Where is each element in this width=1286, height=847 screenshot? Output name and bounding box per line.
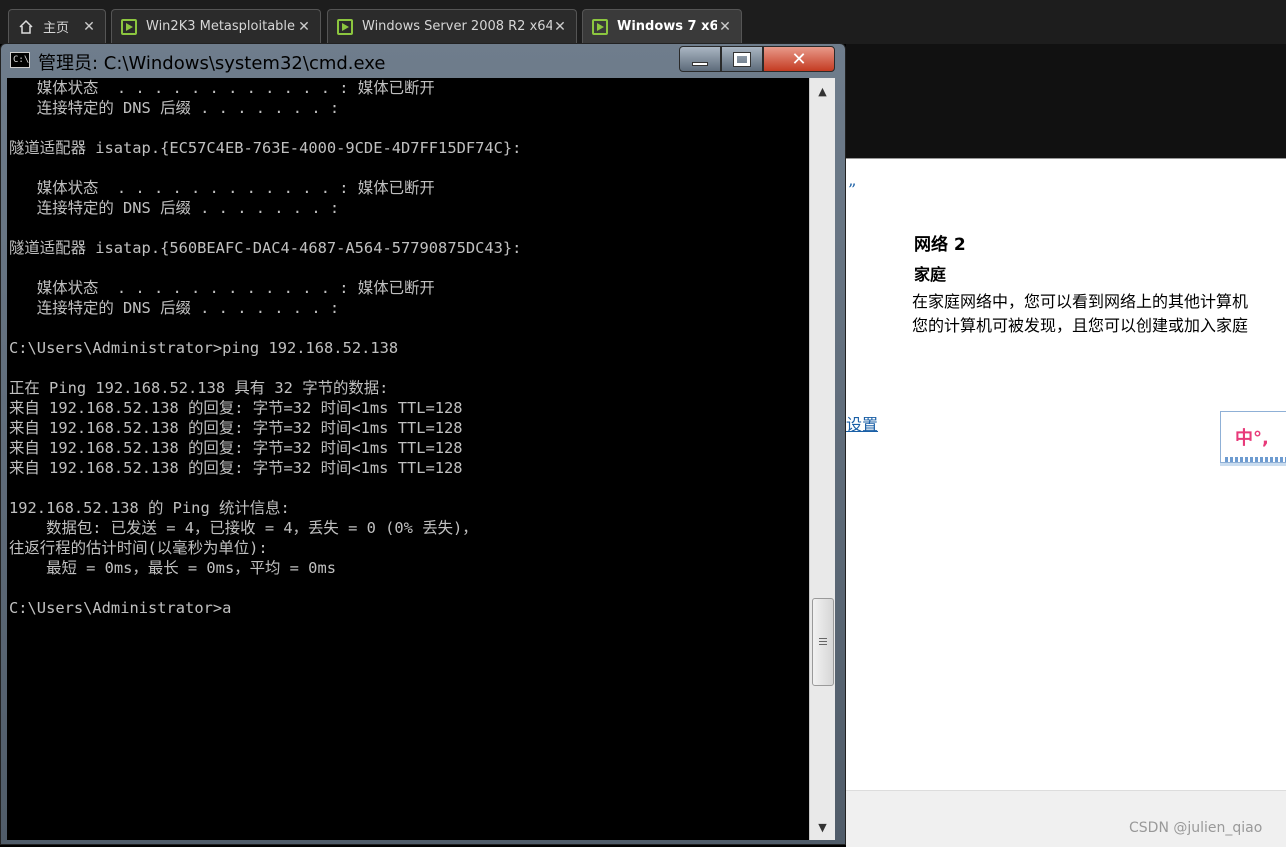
console-line: 往返行程的估计时间(以毫秒为单位):	[9, 539, 268, 557]
title-bar[interactable]: C:\ 管理员: C:\Windows\system32\cmd.exe ✕	[1, 44, 845, 77]
network-center-panel	[846, 158, 1286, 790]
console-line: 来自 192.168.52.138 的回复: 字节=32 时间<1ms TTL=…	[9, 419, 463, 437]
tab-home[interactable]: 主页 ✕	[8, 9, 106, 43]
arrow-down-icon: ▼	[818, 820, 827, 834]
maximize-button[interactable]	[721, 46, 763, 72]
console-line: C:\Users\Administrator>ping 192.168.52.1…	[9, 339, 399, 357]
tab-label: 主页	[43, 21, 70, 36]
description-line: 在家庭网络中，您可以看到网络上的其他计算机	[912, 292, 1249, 311]
tab-label: Windows 7 x64	[617, 19, 717, 34]
tab-windows-7[interactable]: Windows 7 x64 ✕	[582, 9, 742, 43]
close-tab-icon[interactable]: ✕	[81, 19, 97, 35]
desktop-background	[846, 44, 1286, 158]
tab-label: Win2K3 Metasploitable	[146, 19, 296, 34]
home-icon	[17, 18, 35, 36]
console-line: 数据包: 已发送 = 4，已接收 = 4，丢失 = 0 (0% 丢失)，	[9, 519, 478, 537]
close-icon: ✕	[791, 48, 807, 70]
arrow-up-icon: ▲	[818, 84, 827, 98]
network-description: 在家庭网络中，您可以看到网络上的其他计算机 您的计算机可被发现，且您可以创建或加…	[912, 290, 1248, 338]
console-line: 192.168.52.138 的 Ping 统计信息:	[9, 499, 290, 517]
ime-indicator[interactable]: 中°,	[1220, 411, 1286, 463]
description-line: 您的计算机可被发现，且您可以创建或加入家庭	[912, 316, 1249, 335]
console-line: C:\Users\Administrator>a	[9, 599, 232, 617]
ime-decoration	[1225, 457, 1286, 462]
grip-icon	[819, 637, 827, 647]
cmd-window[interactable]: C:\ 管理员: C:\Windows\system32\cmd.exe ✕ 媒…	[0, 43, 846, 845]
scroll-up-button[interactable]: ▲	[810, 80, 835, 102]
console-line: 正在 Ping 192.168.52.138 具有 32 字节的数据:	[9, 379, 389, 397]
console-line: 来自 192.168.52.138 的回复: 字节=32 时间<1ms TTL=…	[9, 459, 463, 477]
vm-icon	[336, 18, 354, 36]
quote-mark: ”	[848, 180, 857, 199]
minimize-button[interactable]	[679, 46, 721, 72]
console-line: 连接特定的 DNS 后缀 . . . . . . . :	[9, 99, 340, 117]
console-line: 来自 192.168.52.138 的回复: 字节=32 时间<1ms TTL=…	[9, 399, 463, 417]
settings-link[interactable]: 设置	[846, 411, 878, 435]
console-output[interactable]: 媒体状态 . . . . . . . . . . . . : 媒体已断开 连接特…	[7, 78, 809, 840]
network-name: 网络 2	[914, 235, 966, 255]
close-tab-icon[interactable]: ✕	[552, 19, 568, 35]
console-line: 隧道适配器 isatap.{EC57C4EB-763E-4000-9CDE-4D…	[9, 139, 522, 157]
watermark: CSDN @julien_qiao	[1129, 820, 1263, 836]
close-tab-icon[interactable]: ✕	[717, 19, 733, 35]
console-line: 媒体状态 . . . . . . . . . . . . : 媒体已断开	[9, 279, 435, 297]
console-line: 最短 = 0ms，最长 = 0ms，平均 = 0ms	[9, 559, 336, 577]
vm-icon	[120, 18, 138, 36]
window-title: 管理员: C:\Windows\system32\cmd.exe	[38, 53, 386, 74]
minimize-icon	[692, 62, 708, 66]
tab-label: Windows Server 2008 R2 x64	[362, 19, 552, 34]
network-type: 家庭	[914, 265, 947, 284]
close-tab-icon[interactable]: ✕	[296, 19, 312, 35]
tab-windows-server-2008[interactable]: Windows Server 2008 R2 x64 ✕	[327, 9, 577, 43]
restore-icon	[733, 51, 751, 67]
console-line: 连接特定的 DNS 后缀 . . . . . . . :	[9, 299, 340, 317]
cmd-icon[interactable]: C:\	[10, 52, 30, 68]
tab-win2k3-metasploitable[interactable]: Win2K3 Metasploitable ✕	[111, 9, 321, 43]
console-line: 隧道适配器 isatap.{560BEAFC-DAC4-4687-A564-57…	[9, 239, 522, 257]
console-line: 媒体状态 . . . . . . . . . . . . : 媒体已断开	[9, 179, 435, 197]
scroll-down-button[interactable]: ▼	[810, 816, 835, 838]
close-button[interactable]: ✕	[763, 46, 835, 72]
scroll-thumb[interactable]	[812, 598, 834, 686]
console-line: 连接特定的 DNS 后缀 . . . . . . . :	[9, 199, 340, 217]
panel-footer	[846, 790, 1286, 847]
console-line: 媒体状态 . . . . . . . . . . . . : 媒体已断开	[9, 79, 435, 97]
vertical-scrollbar[interactable]: ▲ ▼	[809, 78, 835, 840]
vm-icon	[591, 18, 609, 36]
vm-tab-bar: 主页 ✕ Win2K3 Metasploitable ✕ Windows Ser…	[0, 0, 1286, 44]
console-line: 来自 192.168.52.138 的回复: 字节=32 时间<1ms TTL=…	[9, 439, 463, 457]
ime-mode-label: 中°,	[1235, 428, 1269, 449]
